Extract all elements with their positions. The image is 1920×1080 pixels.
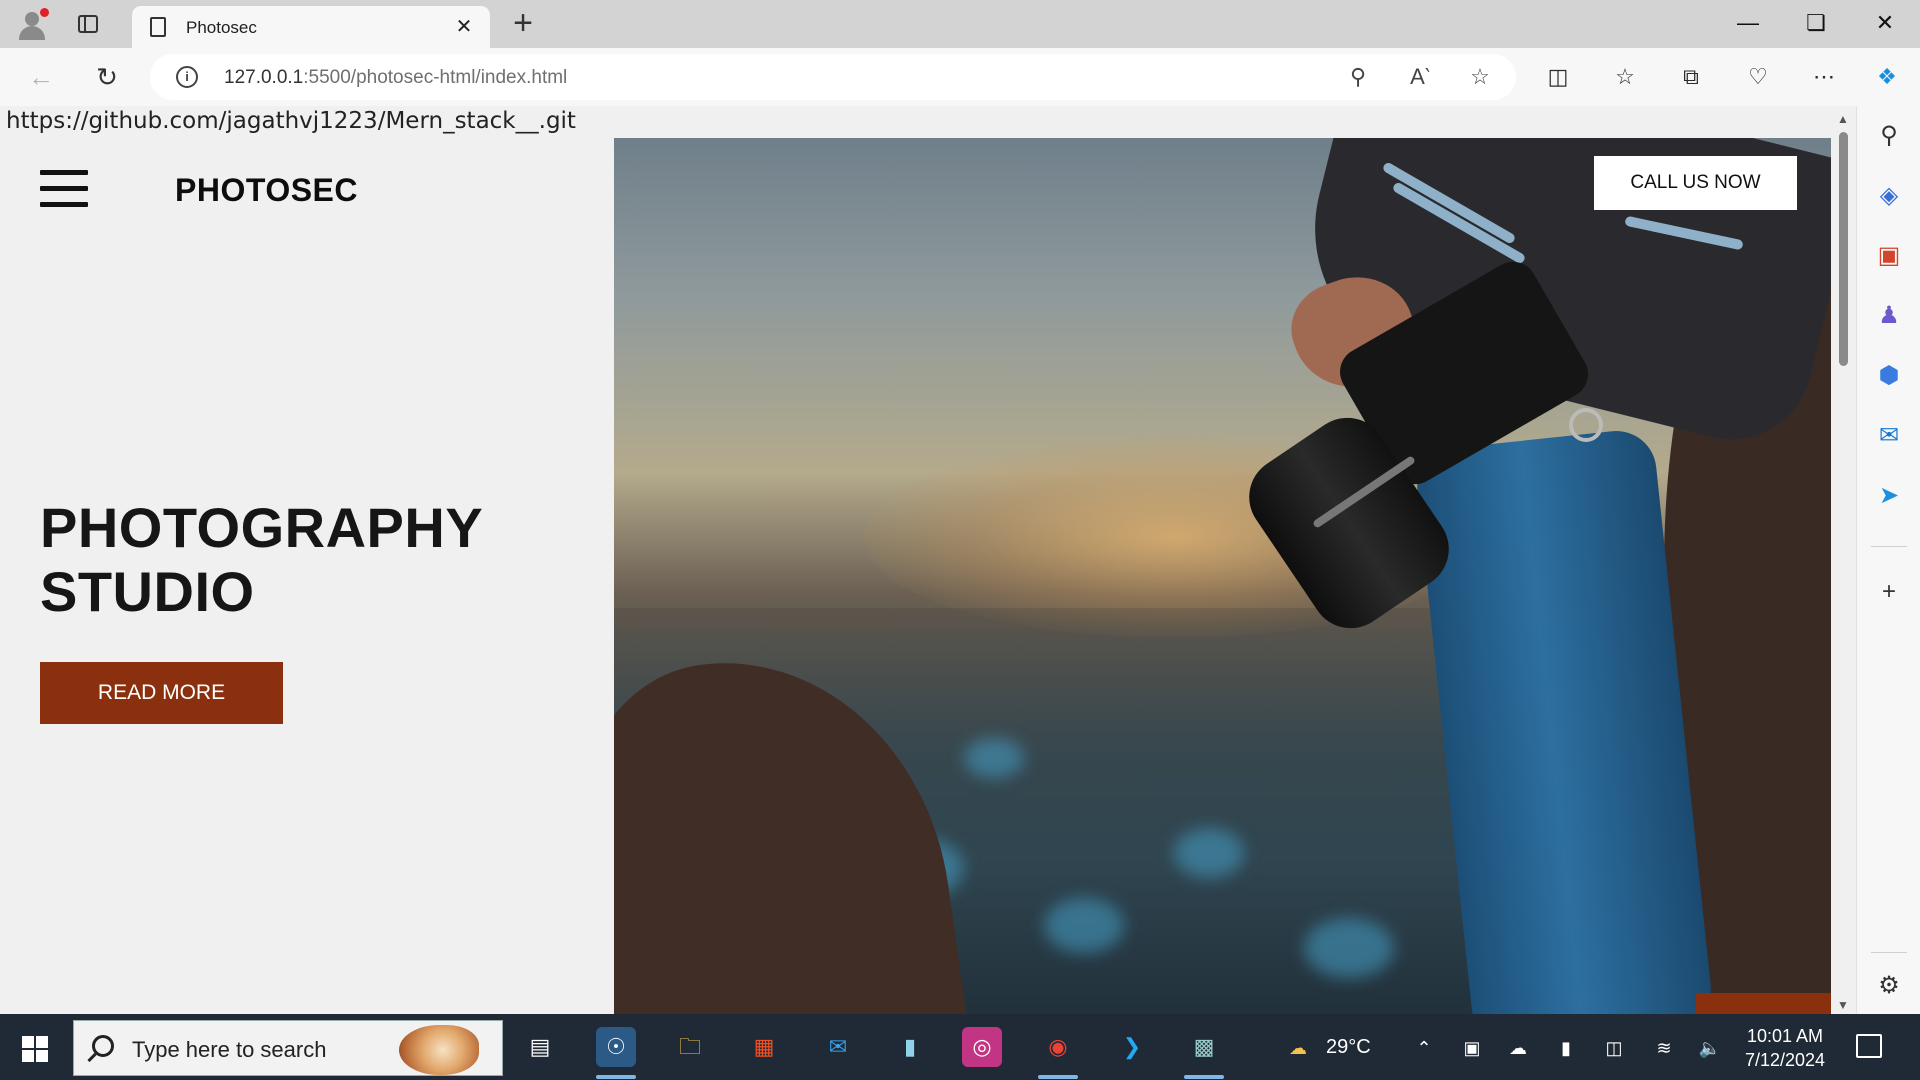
instagram-icon[interactable]: ◎ [962, 1027, 1002, 1067]
close-window-button[interactable]: ✕ [1857, 0, 1913, 46]
browser-nav-bar: ← ↻ i 127.0.0.1:5500/photosec-html/index… [0, 48, 1920, 106]
office-icon[interactable]: ⬢ [1873, 360, 1905, 392]
vscode-icon[interactable]: ❯ [1112, 1027, 1152, 1067]
games-icon[interactable]: ♟ [1873, 300, 1905, 332]
windows-start-icon[interactable] [22, 1036, 48, 1062]
search-icon[interactable]: ⚲ [1873, 120, 1905, 152]
corner-accent-block [1696, 993, 1831, 1014]
url-path: :5500/photosec-html/index.html [303, 67, 568, 88]
add-icon[interactable]: + [1873, 576, 1905, 608]
task-view-icon[interactable]: ▤ [520, 1027, 560, 1067]
microsoft-store-icon[interactable]: ▦ [744, 1027, 784, 1067]
hero-title-line1: PHOTOGRAPHY [40, 496, 484, 559]
favorites-icon[interactable]: ☆ [1608, 60, 1642, 94]
network-app-icon[interactable]: ▩ [1184, 1027, 1224, 1067]
meet-now-icon[interactable]: ▣ [1460, 1036, 1484, 1060]
tab-actions-icon[interactable] [72, 10, 102, 38]
search-placeholder: Type here to search [132, 1037, 327, 1062]
clock-time: 10:01 AM [1746, 1026, 1824, 1046]
page-scrollbar[interactable]: ▲ ▼ [1831, 106, 1856, 1014]
page-icon [150, 17, 166, 37]
site-info-icon[interactable]: i [176, 66, 198, 88]
zoom-out-icon[interactable]: ⚲ [1344, 64, 1372, 90]
github-link[interactable]: https://github.com/jagathvj1223/Mern_sta… [6, 108, 576, 134]
sidebar-divider-bottom [1871, 952, 1907, 953]
mail-icon[interactable]: ✉ [818, 1027, 858, 1067]
clock-date: 7/12/2024 [1744, 1050, 1826, 1070]
url-host: 127.0.0.1 [224, 67, 304, 88]
back-icon[interactable]: ← [24, 60, 58, 94]
taskbar-search-box[interactable]: Type here to search [73, 1020, 503, 1076]
tab-title: Photosec [186, 18, 257, 37]
hero-title: PHOTOGRAPHY STUDIO [40, 496, 483, 624]
copilot-icon[interactable]: ❖ [1870, 60, 1904, 94]
hero-left-panel: PHOTOSEC PHOTOGRAPHY STUDIO READ MORE [5, 138, 614, 1014]
read-aloud-icon[interactable]: A‵ [1406, 64, 1434, 90]
weather-icon[interactable]: ☁ [1280, 1036, 1316, 1060]
favorite-star-icon[interactable]: ☆ [1466, 64, 1494, 90]
display-icon[interactable]: ◫ [1602, 1036, 1626, 1060]
edge-browser-icon[interactable]: ☉ [596, 1027, 636, 1067]
brand-logo[interactable]: PHOTOSEC [175, 172, 358, 209]
network-app-indicator [1184, 1075, 1224, 1079]
read-more-button[interactable]: READ MORE [40, 662, 283, 724]
browser-tab-bar: Photosec ✕ + — ❏ ✕ [0, 0, 1920, 48]
taskbar-clock[interactable]: 10:01 AM 7/12/2024 [1730, 1024, 1840, 1072]
scroll-up-icon[interactable]: ▲ [1837, 112, 1849, 126]
hamburger-menu-icon[interactable] [40, 170, 88, 208]
more-icon[interactable]: ⋯ [1807, 60, 1841, 94]
split-screen-icon[interactable]: ◫ [1541, 60, 1575, 94]
profile-icon[interactable] [14, 8, 50, 40]
url-text: 127.0.0.1:5500/photosec-html/index.html [224, 67, 567, 89]
call-us-button[interactable]: CALL US NOW [1594, 156, 1797, 210]
search-glass-icon [92, 1035, 114, 1057]
file-explorer-icon[interactable]: 🗀 [670, 1027, 710, 1067]
new-tab-button[interactable]: + [508, 6, 538, 40]
hero-title-line2: STUDIO [40, 560, 255, 623]
windows-taskbar: Type here to search ▤ ☉ 🗀 ▦ ✉ ▮ ◎ ◉ ❯ ▩ … [0, 1014, 1920, 1080]
battery-icon[interactable]: ▮ [1554, 1036, 1578, 1060]
notification-icon[interactable] [1856, 1034, 1882, 1058]
active-app-indicator [596, 1075, 636, 1079]
chrome-icon[interactable]: ◉ [1038, 1027, 1078, 1067]
hero-image: CALL US NOW [614, 138, 1831, 1014]
volume-icon[interactable]: 🔈 [1698, 1036, 1722, 1060]
scroll-down-icon[interactable]: ▼ [1837, 998, 1849, 1012]
sidebar-divider [1871, 546, 1907, 547]
minimize-button[interactable]: — [1720, 0, 1776, 46]
notes-app-icon[interactable]: ▮ [890, 1027, 930, 1067]
collections-icon[interactable]: ⧉ [1674, 60, 1708, 94]
wifi-icon[interactable]: ≋ [1652, 1036, 1676, 1060]
show-hidden-icons-icon[interactable]: ⌃ [1412, 1036, 1436, 1060]
send-icon[interactable]: ➤ [1873, 480, 1905, 512]
onedrive-icon[interactable]: ☁ [1506, 1036, 1530, 1060]
browser-essentials-icon[interactable]: ♡ [1741, 60, 1775, 94]
refresh-icon[interactable]: ↻ [90, 60, 124, 94]
shopping-tag-icon[interactable]: ◈ [1873, 180, 1905, 212]
tools-icon[interactable]: ▣ [1873, 240, 1905, 272]
close-tab-icon[interactable]: ✕ [452, 14, 476, 39]
restore-button[interactable]: ❏ [1788, 0, 1844, 46]
weather-temperature[interactable]: 29°C [1326, 1036, 1371, 1059]
chrome-active-indicator [1038, 1075, 1078, 1079]
browser-tab[interactable]: Photosec ✕ [132, 6, 490, 48]
outlook-icon[interactable]: ✉ [1873, 420, 1905, 452]
edge-sidebar: ⚲ ◈ ▣ ♟ ⬢ ✉ ➤ + ⚙ [1856, 106, 1920, 1014]
scrollbar-thumb[interactable] [1839, 132, 1848, 366]
github-link-text[interactable]: https://github.com/jagathvj1223/Mern_sta… [6, 108, 576, 134]
page-viewport: https://github.com/jagathvj1223/Mern_sta… [0, 106, 1856, 1014]
settings-icon[interactable]: ⚙ [1873, 970, 1905, 1002]
search-highlight-image [399, 1025, 479, 1075]
address-bar[interactable]: i 127.0.0.1:5500/photosec-html/index.htm… [150, 54, 1516, 100]
